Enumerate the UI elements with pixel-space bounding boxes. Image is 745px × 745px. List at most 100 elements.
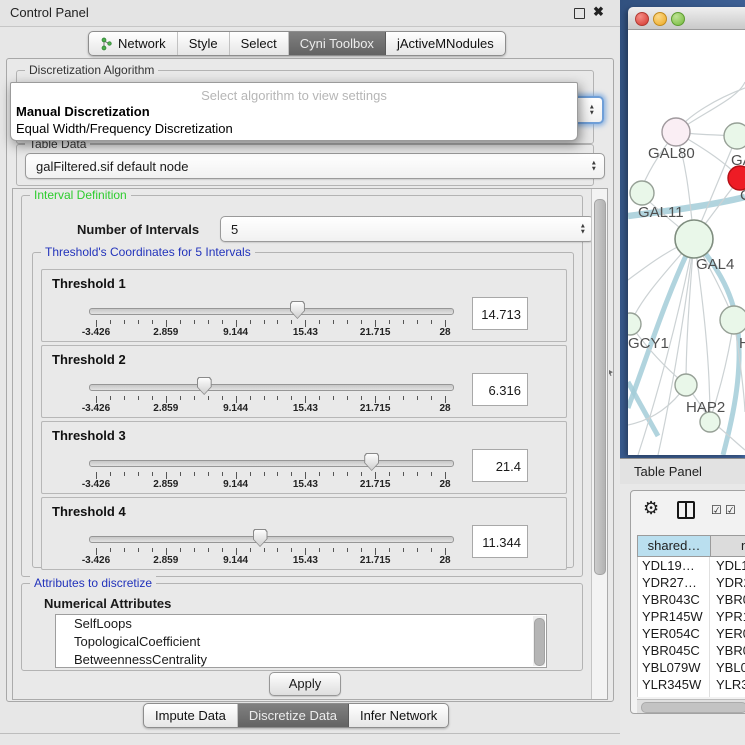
cell-shared-name[interactable]: YPR145W [638, 608, 710, 625]
settings-vertical-scrollbar[interactable] [591, 189, 607, 699]
cell-name[interactable]: YBR0 [710, 642, 745, 659]
cell-shared-name[interactable]: YER054C [638, 625, 710, 642]
threshold-value-field[interactable]: 21.4 [472, 449, 528, 482]
cell-shared-name[interactable]: YIL052C [638, 693, 710, 697]
scrollbar-thumb[interactable] [534, 618, 545, 666]
zoom-traffic-light-icon[interactable] [671, 12, 685, 26]
table-row[interactable]: YIL052CYIL0 [638, 693, 745, 697]
cell-name[interactable]: YLR3 [710, 676, 745, 693]
num-intervals-combobox[interactable]: 5 ▲▼ [220, 216, 594, 242]
node-ga[interactable] [724, 123, 745, 149]
threshold-label: Threshold 3 [52, 428, 126, 443]
slider-thumb[interactable] [364, 453, 379, 471]
tab-impute-data[interactable]: Impute Data [144, 704, 238, 727]
column-layout-icon[interactable] [677, 501, 695, 519]
dropdown-option-manual[interactable]: Manual Discretization [15, 104, 573, 119]
tab-infer-network[interactable]: Infer Network [349, 704, 448, 727]
float-window-icon[interactable] [574, 8, 585, 19]
node-h[interactable] [720, 306, 745, 334]
tab-select[interactable]: Select [230, 32, 289, 55]
slider-track[interactable] [89, 460, 454, 467]
node-label: H [739, 335, 745, 352]
cell-name[interactable]: YER0 [710, 625, 745, 642]
tab-jactivemnodules[interactable]: jActiveMNodules [386, 32, 505, 55]
cell-shared-name[interactable]: YDR27… [638, 574, 710, 591]
cell-shared-name[interactable]: YLR345W [638, 676, 710, 693]
table-row[interactable]: YDL19…YDL1 [638, 557, 745, 574]
table-row[interactable]: YDR27…YDR2 [638, 574, 745, 591]
listbox-scrollbar[interactable] [533, 616, 545, 666]
table-row[interactable]: YPR145WYPR1 [638, 608, 745, 625]
table-horizontal-scrollbar[interactable] [637, 699, 745, 714]
slider-tick [375, 472, 376, 479]
slider-track[interactable] [89, 308, 454, 315]
gear-icon[interactable]: ⚙ [643, 498, 659, 519]
column-header-shared-name[interactable]: shared… [638, 536, 711, 556]
slider-thumb[interactable] [197, 377, 212, 395]
tab-cyni-toolbox[interactable]: Cyni Toolbox [289, 32, 386, 55]
cell-shared-name[interactable]: YDL19… [638, 557, 710, 574]
node-gal11[interactable] [630, 181, 654, 205]
scrollbar-thumb[interactable] [594, 199, 606, 575]
threshold-value-field[interactable]: 11.344 [472, 525, 528, 558]
numerical-attributes-label: Numerical Attributes [44, 596, 171, 611]
panel-bottom-divider [0, 733, 620, 734]
list-item[interactable]: TopologicalCoefficient [56, 633, 546, 651]
dropdown-option-equal-width[interactable]: Equal Width/Frequency Discretization [15, 121, 573, 136]
table-row[interactable]: YLR345WYLR3 [638, 676, 745, 693]
node-label: C [740, 187, 745, 204]
combo-stepper-icon[interactable]: ▲▼ [589, 105, 595, 116]
slider-tick [236, 472, 237, 479]
cell-shared-name[interactable]: YBL079W [638, 659, 710, 676]
cell-name[interactable]: YPR1 [710, 608, 745, 625]
column-header-name[interactable]: n [711, 536, 745, 556]
combo-stepper-icon[interactable]: ▲▼ [591, 161, 597, 172]
slider-track[interactable] [89, 384, 454, 391]
tab-network[interactable]: Network [89, 32, 178, 55]
slider-tick [96, 320, 97, 327]
close-icon[interactable]: ✖ [593, 4, 604, 20]
tab-label: Impute Data [155, 708, 226, 723]
slider-track[interactable] [89, 536, 454, 543]
close-traffic-light-icon[interactable] [635, 12, 649, 26]
attributes-group: Attributes to discretize Numerical Attri… [21, 583, 583, 671]
table-row[interactable]: YBR043CYBR0 [638, 591, 745, 608]
threshold-value-field[interactable]: 14.713 [472, 297, 528, 330]
table-row[interactable]: YBR045CYBR0 [638, 642, 745, 659]
node-hap2[interactable] [675, 374, 697, 396]
cell-shared-name[interactable]: YBR043C [638, 591, 710, 608]
combo-stepper-icon[interactable]: ▲▼ [580, 224, 586, 235]
list-item[interactable]: SelfLoops [56, 615, 546, 633]
table-row[interactable]: YBL079WYBL0 [638, 659, 745, 676]
checkbox-icon[interactable]: ☑ [711, 503, 722, 517]
node-gal4[interactable] [675, 220, 713, 258]
scrollbar-thumb[interactable] [641, 702, 745, 713]
node-gcy1[interactable] [628, 313, 641, 335]
list-item[interactable]: BetweennessCentrality [56, 651, 546, 668]
tab-style[interactable]: Style [178, 32, 230, 55]
apply-button[interactable]: Apply [269, 672, 341, 696]
cell-name[interactable]: YDR2 [710, 574, 745, 591]
slider-tick [347, 548, 348, 552]
slider-tick [291, 396, 292, 400]
cell-name[interactable]: YBL0 [710, 659, 745, 676]
threshold-value-field[interactable]: 6.316 [472, 373, 528, 406]
slider-thumb[interactable] [253, 529, 268, 547]
table-row[interactable]: YER054CYER0 [638, 625, 745, 642]
tick-label: 2.859 [153, 403, 178, 414]
node-label: HAP2 [686, 399, 725, 416]
cell-name[interactable]: YIL0 [710, 693, 745, 697]
node-gal80[interactable] [662, 118, 690, 146]
cell-name[interactable]: YBR0 [710, 591, 745, 608]
minimize-traffic-light-icon[interactable] [653, 12, 667, 26]
panel-title: Control Panel [10, 5, 89, 20]
checkbox-icon[interactable]: ☑ [725, 503, 736, 517]
tab-discretize-data[interactable]: Discretize Data [238, 704, 349, 727]
cell-shared-name[interactable]: YBR045C [638, 642, 710, 659]
slider-thumb[interactable] [290, 301, 305, 319]
table-data-combobox[interactable]: galFiltered.sif default node ▲▼ [25, 153, 605, 179]
network-canvas[interactable]: GAL80 GA C GAL11 GAL4 GCY1 H HAP2 [628, 30, 745, 455]
slider-tick [222, 548, 223, 552]
cell-name[interactable]: YDL1 [710, 557, 745, 574]
network-window-titlebar[interactable] [628, 7, 745, 30]
